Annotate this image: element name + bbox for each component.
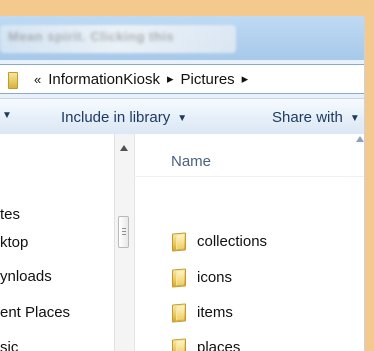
name-column-header[interactable]: Name (171, 153, 211, 170)
navigation-pane: tes ktop ynloads ent Places sic (0, 134, 114, 351)
breadcrumb-item-pictures[interactable]: Pictures (180, 71, 234, 88)
include-in-library-button[interactable]: Include in library ▼ (61, 99, 187, 135)
folder-row-icons[interactable]: icons (171, 265, 351, 289)
address-bar[interactable]: « InformationKiosk ▸ Pictures ▸ (0, 64, 364, 94)
folder-icon (171, 232, 187, 250)
window-title-bar: Mean spirit. Clicking this (0, 16, 364, 60)
screenshot-frame: Mean spirit. Clicking this « Information… (0, 0, 374, 351)
chevron-down-icon: ▼ (349, 112, 360, 124)
nav-item-desktop[interactable]: ktop (0, 234, 28, 251)
file-list-pane: Name collections icons items places (134, 134, 364, 351)
folder-row-places[interactable]: places (171, 335, 351, 351)
file-list-header: Name (134, 134, 364, 177)
folder-name: icons (197, 268, 233, 286)
folder-icon (171, 268, 187, 286)
overflow-chevron-icon[interactable]: « (34, 72, 41, 87)
chevron-down-icon: ▼ (177, 112, 188, 124)
share-with-button[interactable]: Share with ▼ (272, 99, 360, 135)
address-bar-region: « InformationKiosk ▸ Pictures ▸ (0, 60, 364, 98)
breadcrumb-separator-icon[interactable]: ▸ (167, 71, 174, 87)
breadcrumb-separator-icon[interactable]: ▸ (242, 71, 249, 87)
blurred-title-area: Mean spirit. Clicking this (0, 25, 236, 53)
folder-icon (171, 338, 187, 351)
blurred-title-text: Mean spirit. Clicking this (8, 29, 175, 44)
explorer-content: tes ktop ynloads ent Places sic Name col… (0, 134, 364, 351)
nav-item-music[interactable]: sic (0, 339, 18, 351)
sort-up-icon (356, 136, 364, 142)
folder-row-items[interactable]: items (171, 300, 351, 324)
folder-name: items (197, 303, 233, 321)
scroll-thumb[interactable] (118, 216, 129, 248)
nav-item-downloads[interactable]: ynloads (0, 268, 52, 285)
folder-row-collections[interactable]: collections (171, 229, 351, 253)
share-with-label: Share with (272, 108, 343, 126)
include-in-library-label: Include in library (61, 108, 171, 126)
scroll-up-icon[interactable] (120, 145, 128, 151)
folder-icon (171, 303, 187, 321)
command-toolbar: ▼ Include in library ▼ Share with ▼ (0, 98, 364, 136)
nav-item-favorites[interactable]: tes (0, 206, 20, 223)
explorer-window: Mean spirit. Clicking this « Information… (0, 16, 365, 351)
breadcrumb: « InformationKiosk ▸ Pictures ▸ (0, 65, 255, 93)
folder-icon (8, 70, 18, 89)
nav-item-recent-places[interactable]: ent Places (0, 304, 70, 321)
breadcrumb-item-informationkiosk[interactable]: InformationKiosk (48, 71, 160, 88)
navigation-scrollbar[interactable] (114, 134, 135, 351)
folder-name: places (197, 338, 241, 351)
toolbar-dropdown-arrow-icon[interactable]: ▼ (2, 110, 12, 121)
folder-name: collections (197, 232, 268, 250)
